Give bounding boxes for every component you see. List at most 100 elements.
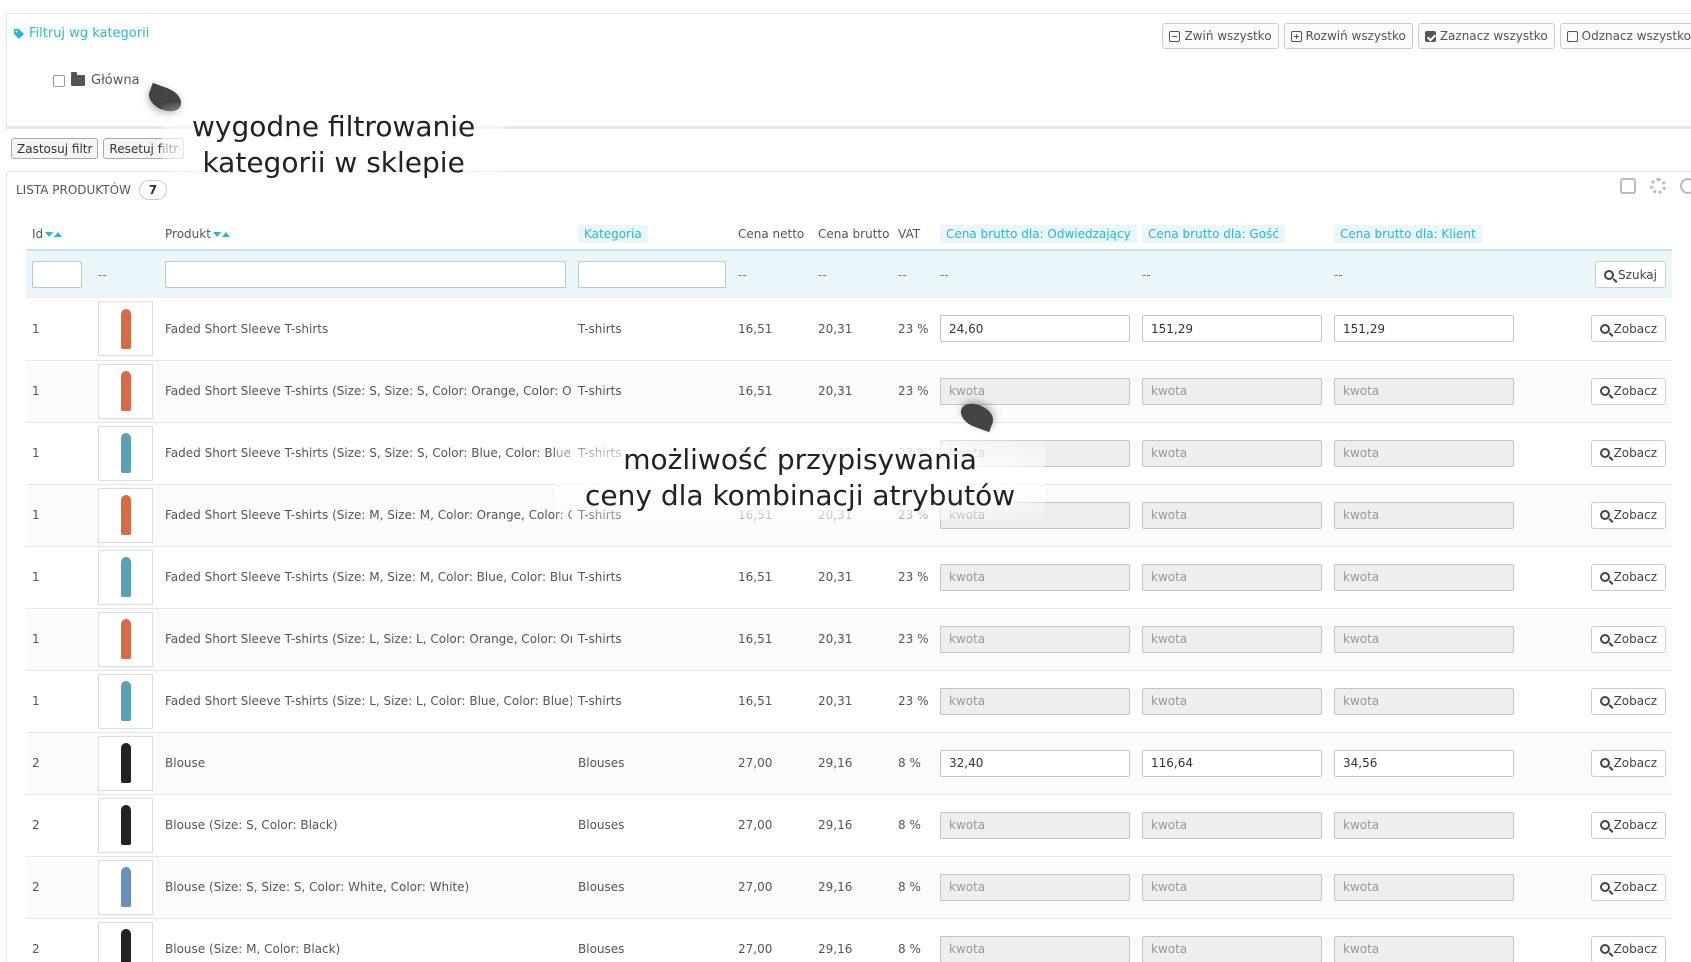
price-client-input[interactable]: kwota xyxy=(1334,439,1514,467)
save-icon[interactable] xyxy=(1620,178,1636,194)
price-client-input[interactable]: kwota xyxy=(1334,687,1514,715)
product-thumbnail[interactable] xyxy=(98,549,153,605)
view-button[interactable]: Zobacz xyxy=(1590,625,1666,653)
category-filter-input[interactable] xyxy=(578,261,726,288)
product-vat: 8 % xyxy=(892,918,934,962)
price-client-input-cell: kwota xyxy=(1328,856,1520,919)
price-visitor-input[interactable]: 24,60 xyxy=(940,315,1130,343)
apply-filter-button[interactable]: Zastosuj filtr xyxy=(11,138,99,159)
product-thumbnail[interactable] xyxy=(98,487,153,543)
product-thumbnail[interactable] xyxy=(98,301,153,357)
product-id: 1 xyxy=(26,608,92,671)
col-net-price: Cena netto xyxy=(738,227,805,241)
combination-annotation-line2: ceny dla kombinacji atrybutów xyxy=(585,479,1016,512)
price-guest-input[interactable]: kwota xyxy=(1142,439,1322,467)
collapse-all-label: Zwiń wszystko xyxy=(1184,29,1272,43)
product-figure-icon xyxy=(120,371,131,411)
price-visitor-input[interactable]: kwota xyxy=(940,563,1130,591)
product-filter-input[interactable] xyxy=(165,261,566,288)
product-name: Faded Short Sleeve T-shirts (Size: M, Si… xyxy=(159,484,572,547)
col-product[interactable]: Produkt xyxy=(159,219,572,250)
price-guest-input[interactable]: kwota xyxy=(1142,687,1322,715)
product-thumbnail[interactable] xyxy=(98,611,153,667)
product-thumbnail[interactable] xyxy=(98,735,153,791)
actions-cell: Zobacz xyxy=(1520,608,1672,671)
price-client-input[interactable]: 34,56 xyxy=(1334,749,1514,777)
price-visitor-input[interactable]: 32,40 xyxy=(940,749,1130,777)
price-client-input[interactable]: kwota xyxy=(1334,873,1514,901)
product-category: Blouses xyxy=(572,856,732,919)
select-all-button[interactable]: Zaznacz wszystko xyxy=(1417,23,1555,49)
product-thumbnail[interactable] xyxy=(98,425,153,481)
price-visitor-input[interactable]: kwota xyxy=(940,377,1130,405)
product-thumbnail[interactable] xyxy=(98,859,153,915)
price-visitor-input[interactable]: kwota xyxy=(940,625,1130,653)
price-visitor-input[interactable]: kwota xyxy=(940,935,1130,962)
view-button[interactable]: Zobacz xyxy=(1590,377,1666,405)
price-guest-input[interactable]: kwota xyxy=(1142,811,1322,839)
view-button[interactable]: Zobacz xyxy=(1590,439,1666,467)
view-button[interactable]: Zobacz xyxy=(1590,315,1666,343)
price-client-input[interactable]: kwota xyxy=(1334,935,1514,962)
filter-title-label[interactable]: Filtruj wg kategorii xyxy=(29,26,149,41)
col-category[interactable]: Kategoria xyxy=(572,219,732,250)
deselect-all-button[interactable]: Odznacz wszystko xyxy=(1559,23,1691,49)
price-visitor-input[interactable]: kwota xyxy=(940,811,1130,839)
view-button[interactable]: Zobacz xyxy=(1590,501,1666,529)
price-client-input[interactable]: kwota xyxy=(1334,811,1514,839)
view-button[interactable]: Zobacz xyxy=(1590,749,1666,777)
price-client-input[interactable]: kwota xyxy=(1334,501,1514,529)
product-vat: 8 % xyxy=(892,732,934,795)
actions-cell: Zobacz xyxy=(1520,298,1672,361)
view-button[interactable]: Zobacz xyxy=(1590,811,1666,839)
price-visitor-input[interactable]: kwota xyxy=(940,873,1130,901)
search-button-label: Szukaj xyxy=(1618,267,1657,282)
price-client-input[interactable]: 151,29 xyxy=(1334,315,1514,343)
refresh-icon[interactable] xyxy=(1680,178,1691,194)
sort-icon[interactable] xyxy=(45,227,63,241)
view-button[interactable]: Zobacz xyxy=(1590,935,1666,962)
view-button[interactable]: Zobacz xyxy=(1590,873,1666,901)
id-filter-input[interactable] xyxy=(32,261,82,288)
price-client-input-cell: kwota xyxy=(1328,484,1520,547)
tree-root-checkbox[interactable] xyxy=(53,74,65,87)
expand-all-button[interactable]: Rozwiń wszystko xyxy=(1283,23,1413,49)
table-header: Id Produkt Kategoria Cena netto Cena bru… xyxy=(26,219,1672,250)
view-button[interactable]: Zobacz xyxy=(1590,563,1666,591)
price-client-input[interactable]: kwota xyxy=(1334,377,1514,405)
check-square-icon xyxy=(1424,30,1436,42)
price-client-input[interactable]: kwota xyxy=(1334,563,1514,591)
price-guest-input[interactable]: kwota xyxy=(1142,935,1322,962)
product-thumbnail[interactable] xyxy=(98,797,153,853)
product-thumbnail[interactable] xyxy=(98,921,153,962)
product-gross-price: 29,16 xyxy=(812,918,892,962)
tree-root-label[interactable]: Główna xyxy=(91,73,140,88)
price-guest-input[interactable]: kwota xyxy=(1142,625,1322,653)
price-guest-input-cell: 151,29 xyxy=(1136,298,1328,361)
price-client-input[interactable]: kwota xyxy=(1334,625,1514,653)
product-table: Id Produkt Kategoria Cena netto Cena bru… xyxy=(26,219,1672,962)
view-button[interactable]: Zobacz xyxy=(1590,687,1666,715)
col-id[interactable]: Id xyxy=(26,219,92,250)
filter-dash: -- xyxy=(934,249,1136,298)
tag-icon xyxy=(14,28,24,39)
price-visitor-input[interactable]: kwota xyxy=(940,687,1130,715)
actions-cell: Zobacz xyxy=(1520,856,1672,919)
price-client-input-cell: kwota xyxy=(1328,608,1520,671)
price-guest-input[interactable]: kwota xyxy=(1142,563,1322,591)
product-thumbnail-cell xyxy=(92,484,159,547)
gear-icon[interactable] xyxy=(1650,178,1666,194)
search-button[interactable]: Szukaj xyxy=(1595,261,1666,288)
price-guest-input[interactable]: kwota xyxy=(1142,873,1322,901)
zoom-icon xyxy=(1599,634,1610,644)
product-thumbnail[interactable] xyxy=(98,363,153,419)
actions-cell: Zobacz xyxy=(1520,670,1672,733)
product-thumbnail[interactable] xyxy=(98,673,153,729)
price-guest-input[interactable]: 151,29 xyxy=(1142,315,1322,343)
price-guest-input[interactable]: 116,64 xyxy=(1142,749,1322,777)
product-net-price: 27,00 xyxy=(732,856,812,919)
price-guest-input[interactable]: kwota xyxy=(1142,377,1322,405)
sort-icon[interactable] xyxy=(212,227,230,241)
collapse-all-button[interactable]: Zwiń wszystko xyxy=(1162,23,1279,49)
price-guest-input[interactable]: kwota xyxy=(1142,501,1322,529)
